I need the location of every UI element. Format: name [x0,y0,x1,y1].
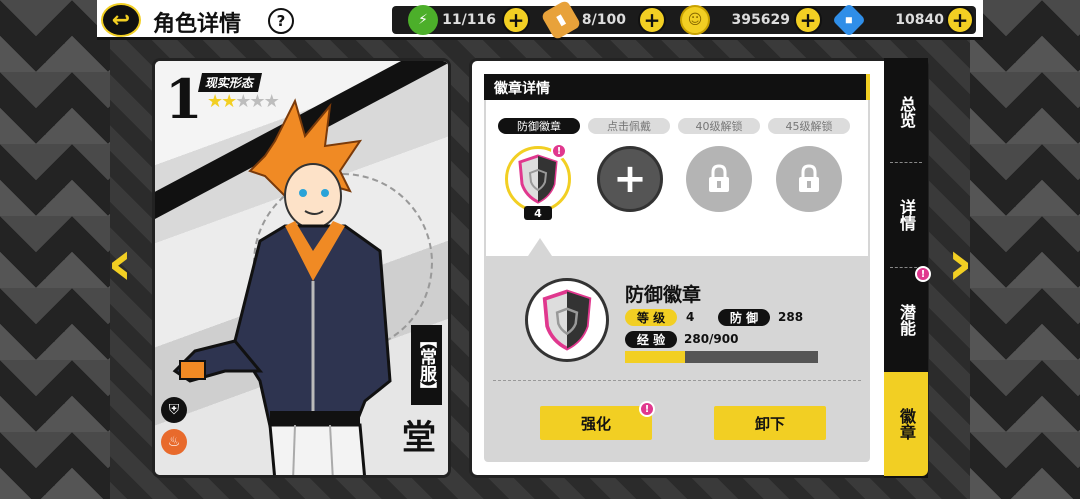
lock-icon [799,164,819,192]
card-rank: 1 [165,67,203,131]
defense-value: 288 [778,310,804,324]
star-empty-icon: ★ [235,91,251,112]
exp-label: 经 验 [625,331,677,348]
character-name: 堂 [402,418,436,458]
tab-badge[interactable]: 徽章 [884,372,928,476]
defense-badge-icon [542,289,592,351]
rarity-stars: ★★★★★ [207,91,280,112]
star-filled-icon: ★ [221,91,237,112]
star-filled-icon: ★ [207,91,223,112]
tab-separator [890,162,922,163]
previous-character-arrow[interactable]: ‹ [104,225,136,301]
stamina-icon: ⚡ [408,5,438,35]
exp-progress-fill [625,351,685,363]
character-card: 1 现实形态 ★★★★★ ⛨ ♨ 【常服】 堂 [152,58,451,478]
exp-value: 280/900 [684,332,739,346]
left-background-pattern [0,0,110,499]
star-empty-icon: ★ [249,91,265,112]
upgrade-alert-icon: ! [639,401,655,417]
battery-plus-button[interactable]: + [638,6,666,34]
tab-potential[interactable]: 潜能 [884,272,928,368]
star-empty-icon: ★ [263,91,280,112]
shield-icon: ⛨ [161,397,187,423]
slot-tab-level-45-unlock[interactable]: 45级解锁 [768,118,850,134]
slot-level-badge: 4 [524,206,552,220]
slot-tab-click-to-equip[interactable]: 点击佩戴 [588,118,670,134]
panel-divider [493,380,861,381]
slot-locked-40[interactable] [686,146,752,212]
selection-pointer [528,238,552,256]
badge-panel-title: 徽章详情 [484,74,870,100]
level-label: 等 级 [625,309,677,326]
battery-value: 8/100 [581,12,626,28]
stamina-value: 11/116 [442,12,496,28]
unequip-button[interactable]: 卸下 [714,406,826,440]
defense-label: 防 御 [718,309,770,326]
slot-add-badge[interactable]: + [597,146,663,212]
tab-details[interactable]: 详情 [884,168,928,262]
slot-locked-45[interactable] [776,146,842,212]
gems-plus-button[interactable]: + [946,6,974,34]
stamina-plus-button[interactable]: + [502,6,530,34]
next-character-arrow[interactable]: › [944,225,976,301]
coins-plus-button[interactable]: + [794,6,822,34]
card-outfit-label: 【常服】 [411,325,442,405]
coins-value: 395629 [731,12,790,28]
character-illustration [172,98,392,475]
selected-badge-icon [525,278,609,362]
level-value: 4 [686,310,695,324]
slot-tab-defense-badge[interactable]: 防御徽章 [498,118,580,134]
page-title: 角色详情 [153,12,242,37]
right-background-pattern [970,0,1080,499]
selected-badge-name: 防御徽章 [625,284,702,306]
equipped-slot-alert-icon: ! [551,143,567,159]
upgrade-button[interactable]: 强化 [540,406,652,440]
fire-icon: ♨ [161,429,187,455]
plus-icon: + [613,156,647,202]
coin-icon: ☺ [680,5,710,35]
tab-overview[interactable]: 总览 [884,66,928,158]
card-attribute-icons: ⛨ ♨ [161,397,187,455]
defense-badge-icon [518,154,558,204]
slot-tab-level-40-unlock[interactable]: 40级解锁 [678,118,760,134]
gems-value: 10840 [895,12,944,28]
lock-icon [709,164,729,192]
help-button[interactable]: ? [268,8,294,34]
card-form-label: 现实形态 [197,73,263,92]
exp-progress-bar [625,351,818,363]
back-button[interactable]: ↩ [101,3,141,37]
